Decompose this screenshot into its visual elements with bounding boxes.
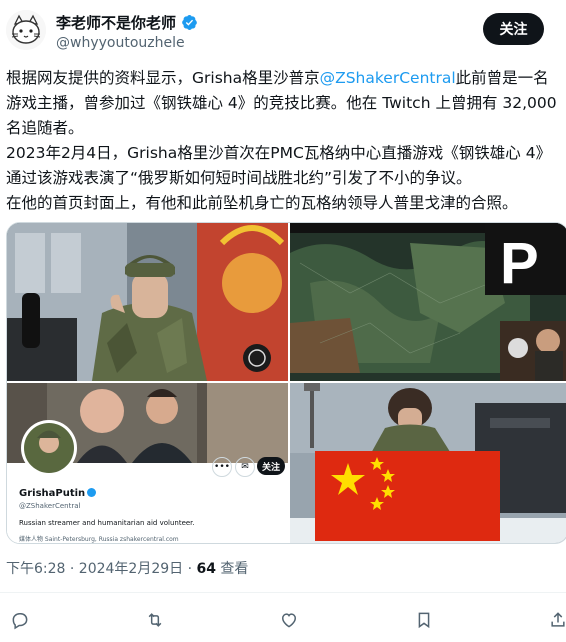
message-icon: ✉: [235, 457, 255, 477]
tweet-text-part: 根据网友提供的资料显示，Grisha格里沙普京: [6, 69, 320, 87]
name-row: 李老师不是你老师: [56, 12, 198, 33]
profile-handle: @ZShakerCentral: [19, 502, 81, 510]
share-button[interactable]: [544, 606, 566, 634]
profile-bio: Russian streamer and humanitarian aid vo…: [19, 519, 195, 527]
retweet-button[interactable]: [141, 606, 169, 634]
photo-game-screen[interactable]: P: [290, 223, 566, 381]
retweet-icon: [148, 613, 162, 627]
bookmark-button[interactable]: [410, 606, 438, 634]
photo-soldier-streamer[interactable]: [7, 223, 288, 381]
follow-button[interactable]: 关注: [483, 13, 544, 45]
cat-avatar-icon: [6, 10, 46, 50]
tweet-text: 根据网友提供的资料显示，Grisha格里沙普京@ZShakerCentral此前…: [6, 66, 562, 216]
timestamp-row: 下午6:28 · 2024年2月29日 · 64 查看: [6, 558, 248, 578]
profile-verified-icon: [87, 488, 96, 497]
views-label: 查看: [215, 561, 249, 577]
chinese-flag: [315, 451, 500, 541]
heart-icon: [281, 613, 297, 628]
display-name[interactable]: 李老师不是你老师: [56, 12, 176, 33]
reply-button[interactable]: [6, 606, 34, 634]
more-options-icon: •••: [212, 457, 232, 477]
photo-profile-screenshot[interactable]: ••• ✉ 关注 GrishaPutin @ZShakerCentral Rus…: [7, 383, 288, 543]
tweet-paragraph-1: 根据网友提供的资料显示，Grisha格里沙普京@ZShakerCentral此前…: [6, 66, 562, 141]
profile-follow-button: 关注: [257, 457, 285, 475]
reply-icon: [12, 613, 28, 630]
profile-name: GrishaPutin: [19, 488, 86, 499]
mention-link[interactable]: @ZShakerCentral: [320, 69, 456, 87]
action-bar: [0, 606, 566, 634]
author-avatar[interactable]: [6, 10, 46, 50]
verified-badge-icon[interactable]: [181, 14, 198, 31]
tweet-paragraph-3: 在他的首页封面上，有他和此前坠机身亡的瓦格纳领导人普里戈津的合照。: [6, 194, 518, 212]
divider: [0, 592, 566, 593]
profile-meta: 媒体人物 Saint-Petersburg, Russia zshakercen…: [19, 536, 179, 543]
game-logo-letter: P: [500, 231, 539, 296]
views-count: 64: [196, 561, 216, 577]
tweet-paragraph-2: 2023年2月4日，Grisha格里沙首次在PMC瓦格纳中心直播游戏《钢铁雄心 …: [6, 144, 552, 187]
author-handle[interactable]: @whyyoutouzhele: [56, 35, 185, 51]
tweet-header: 李老师不是你老师 @whyyoutouzhele 关注: [0, 0, 566, 62]
bookmark-icon: [418, 612, 430, 629]
share-icon: [551, 612, 565, 627]
photo-flag[interactable]: [290, 383, 566, 543]
media-grid: P ••• ✉ 关注 GrishaPutin @ZShakerCentral R…: [6, 222, 566, 544]
tweet-time[interactable]: 下午6:28 · 2024年2月29日 ·: [6, 561, 197, 577]
like-button[interactable]: [275, 606, 303, 634]
